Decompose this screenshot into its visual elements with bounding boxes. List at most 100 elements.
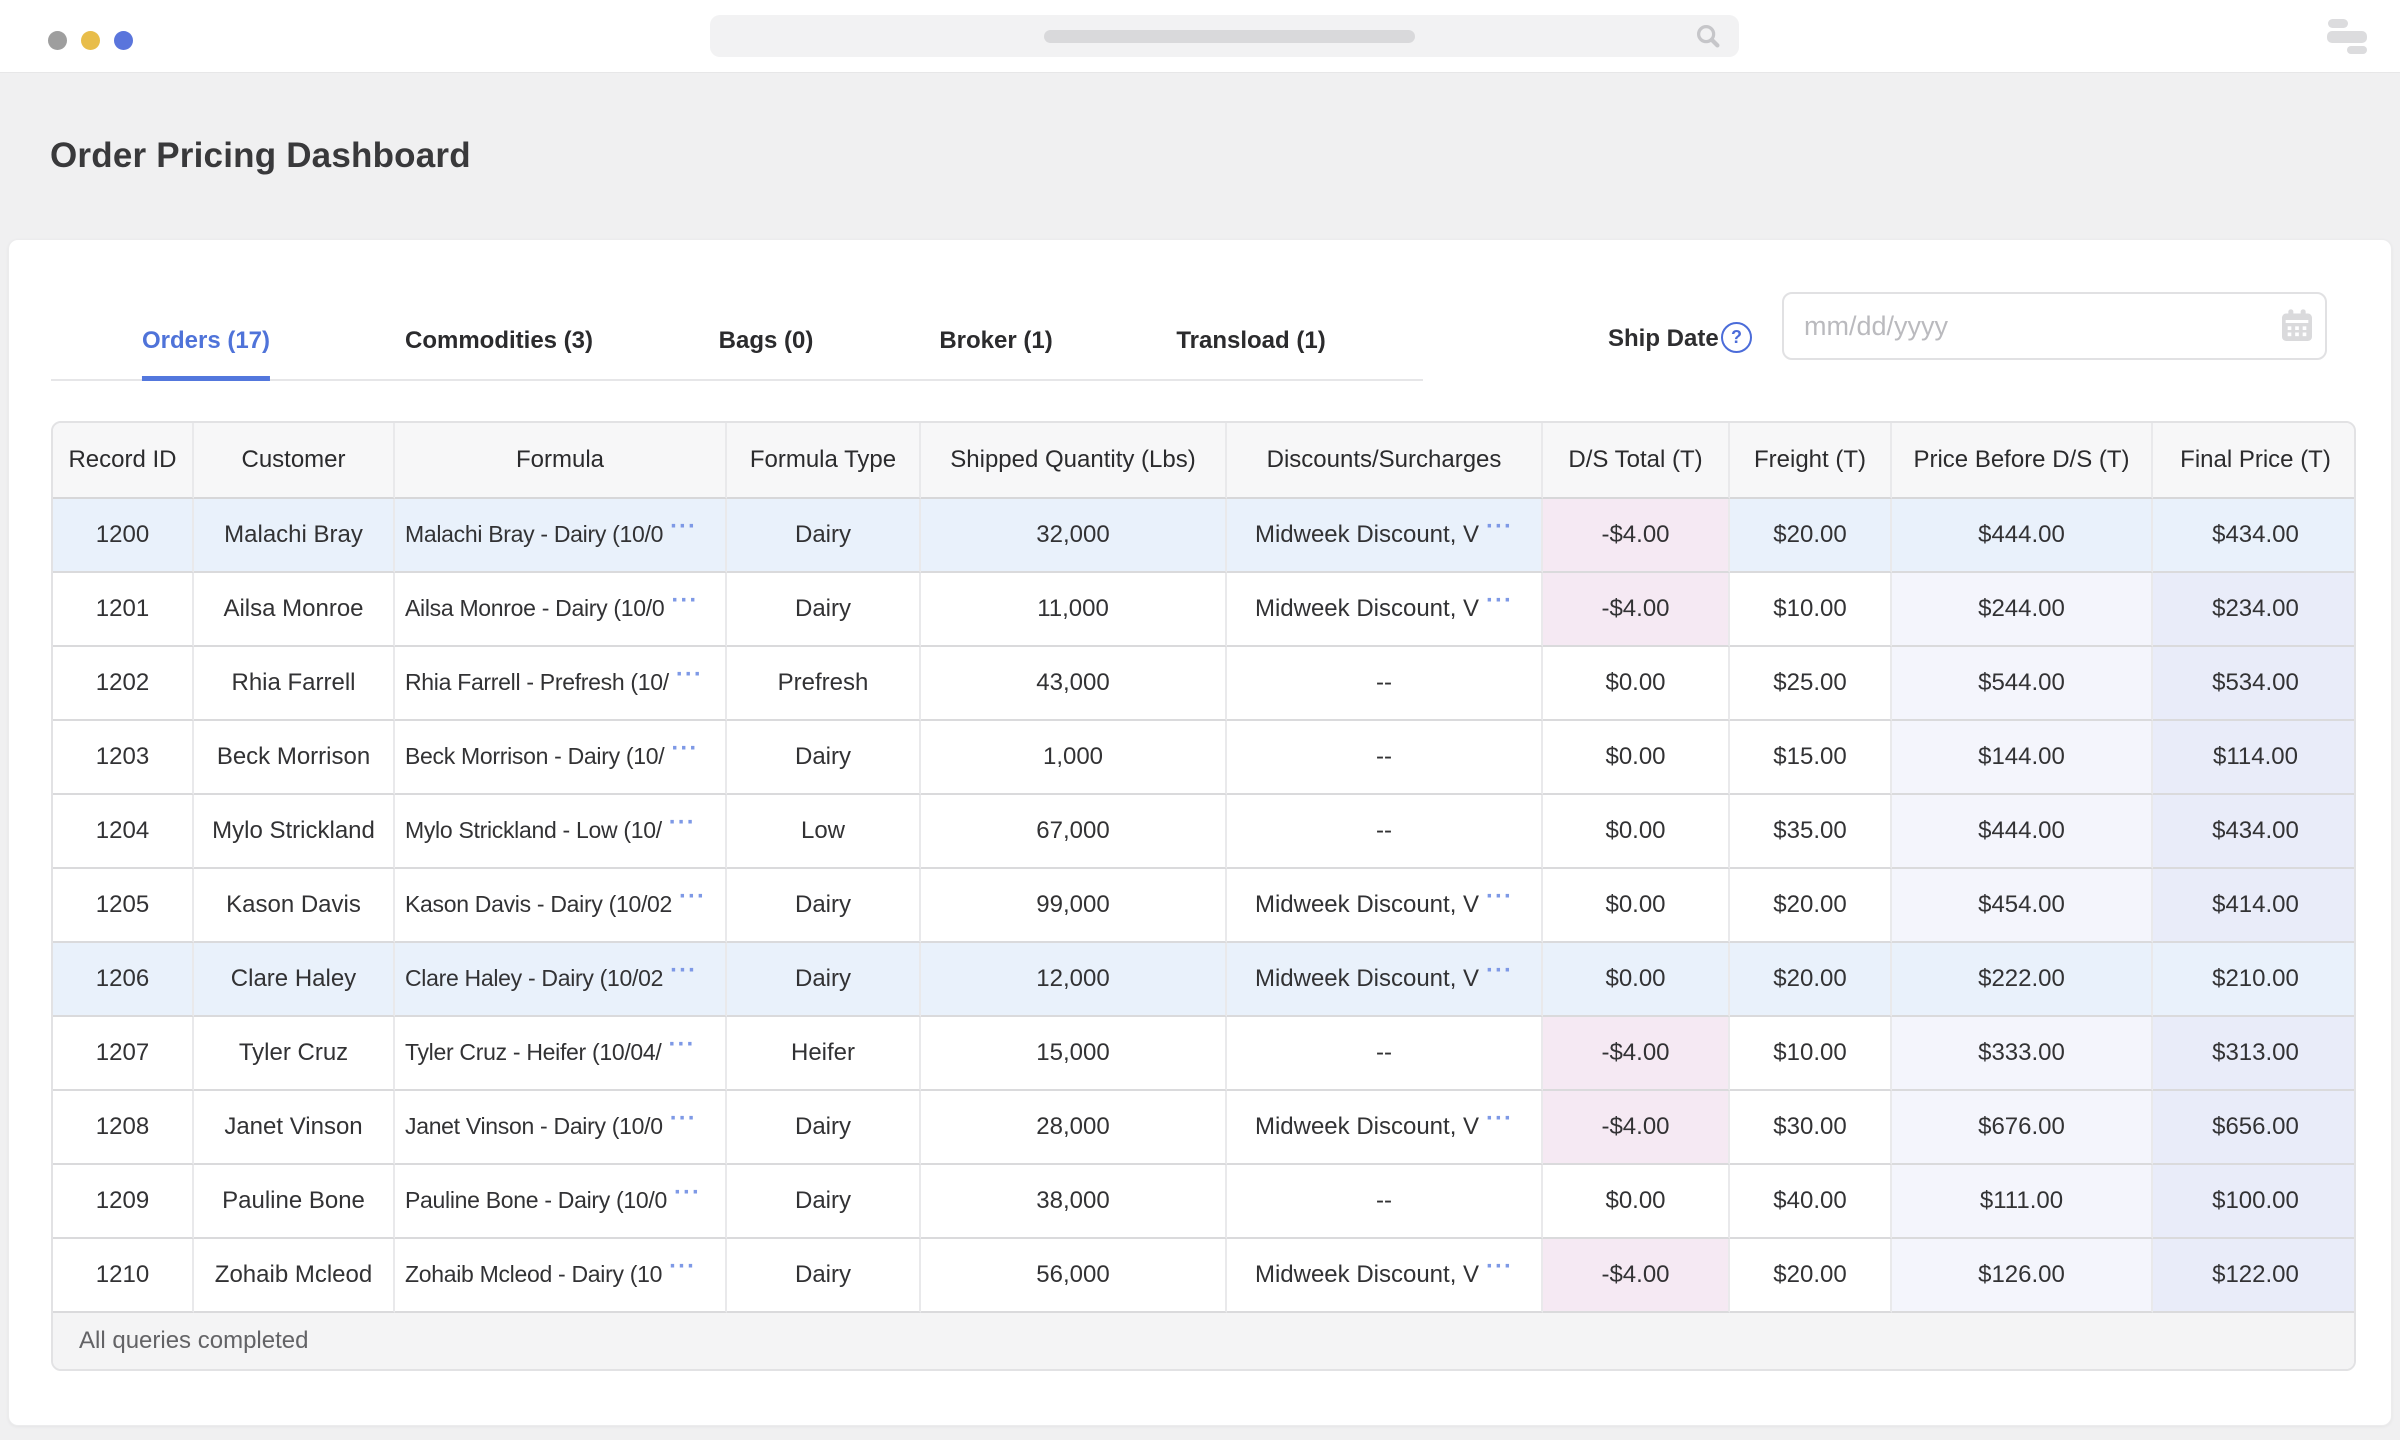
column-header-formula-type[interactable]: Formula Type xyxy=(727,423,921,499)
cell-price-before: $244.00 xyxy=(1892,573,2153,647)
window-dot-yellow-icon[interactable] xyxy=(81,31,100,50)
cell-freight: $20.00 xyxy=(1730,869,1892,943)
window-controls xyxy=(48,31,133,50)
cell-record-id: 1203 xyxy=(53,721,194,795)
cell-freight: $10.00 xyxy=(1730,573,1892,647)
cell-discounts: Midweek Discount, V··· xyxy=(1227,1239,1543,1313)
cell-customer: Janet Vinson xyxy=(194,1091,395,1165)
cell-formula-type: Dairy xyxy=(727,721,921,795)
cell-formula-type: Low xyxy=(727,795,921,869)
cell-shipped-quantity: 1,000 xyxy=(921,721,1227,795)
browser-topbar xyxy=(0,0,2400,73)
expand-ellipsis-icon[interactable]: ··· xyxy=(1486,1105,1513,1132)
cell-final-price: $534.00 xyxy=(2153,647,2356,721)
expand-ellipsis-icon[interactable]: ··· xyxy=(670,1105,697,1132)
cell-formula: Rhia Farrell - Prefresh (10/··· xyxy=(395,647,727,721)
expand-ellipsis-icon[interactable]: ··· xyxy=(669,1253,696,1280)
expand-ellipsis-icon[interactable]: ··· xyxy=(671,735,698,762)
cell-final-price: $656.00 xyxy=(2153,1091,2356,1165)
cell-final-price: $100.00 xyxy=(2153,1165,2356,1239)
table-row[interactable]: 1201Ailsa MonroeAilsa Monroe - Dairy (10… xyxy=(53,573,2356,647)
search-icon[interactable] xyxy=(1693,21,1723,56)
cell-formula: Ailsa Monroe - Dairy (10/0··· xyxy=(395,573,727,647)
expand-ellipsis-icon[interactable]: ··· xyxy=(1486,883,1513,910)
cell-shipped-quantity: 15,000 xyxy=(921,1017,1227,1091)
cell-price-before: $444.00 xyxy=(1892,499,2153,573)
window-menu-icon[interactable] xyxy=(2327,19,2367,54)
column-header-customer[interactable]: Customer xyxy=(194,423,395,499)
cell-discounts: Midweek Discount, V··· xyxy=(1227,573,1543,647)
window-dot-gray-icon[interactable] xyxy=(48,31,67,50)
cell-price-before: $111.00 xyxy=(1892,1165,2153,1239)
column-header-freight-t[interactable]: Freight (T) xyxy=(1730,423,1892,499)
table-row[interactable]: 1209Pauline BonePauline Bone - Dairy (10… xyxy=(53,1165,2356,1239)
calendar-icon[interactable] xyxy=(2277,306,2317,346)
column-header-price-before-d-s-t[interactable]: Price Before D/S (T) xyxy=(1892,423,2153,499)
cell-customer: Tyler Cruz xyxy=(194,1017,395,1091)
cell-shipped-quantity: 67,000 xyxy=(921,795,1227,869)
redacted-url-text xyxy=(1044,30,1415,43)
cell-shipped-quantity: 32,000 xyxy=(921,499,1227,573)
cell-ds-total: $0.00 xyxy=(1543,647,1730,721)
table-row[interactable]: 1207Tyler CruzTyler Cruz - Heifer (10/04… xyxy=(53,1017,2356,1091)
expand-ellipsis-icon[interactable]: ··· xyxy=(676,661,703,688)
column-header-formula[interactable]: Formula xyxy=(395,423,727,499)
ship-date-input[interactable] xyxy=(1782,292,2327,360)
expand-ellipsis-icon[interactable]: ··· xyxy=(671,587,698,614)
table-row[interactable]: 1210Zohaib McleodZohaib Mcleod - Dairy (… xyxy=(53,1239,2356,1313)
expand-ellipsis-icon[interactable]: ··· xyxy=(1486,1253,1513,1280)
table-row[interactable]: 1208Janet VinsonJanet Vinson - Dairy (10… xyxy=(53,1091,2356,1165)
cell-freight: $10.00 xyxy=(1730,1017,1892,1091)
window-dot-blue-icon[interactable] xyxy=(114,31,133,50)
status-text: All queries completed xyxy=(79,1327,308,1355)
cell-shipped-quantity: 12,000 xyxy=(921,943,1227,1017)
cell-formula-type: Dairy xyxy=(727,573,921,647)
cell-final-price: $210.00 xyxy=(2153,943,2356,1017)
address-bar[interactable] xyxy=(710,15,1739,57)
tab-strip: Orders (17) Commodities (3) Bags (0) Bro… xyxy=(51,240,1423,381)
table-row[interactable]: 1204Mylo StricklandMylo Strickland - Low… xyxy=(53,795,2356,869)
table-row[interactable]: 1202Rhia FarrellRhia Farrell - Prefresh … xyxy=(53,647,2356,721)
expand-ellipsis-icon[interactable]: ··· xyxy=(1486,957,1513,984)
column-header-record-id[interactable]: Record ID xyxy=(53,423,194,499)
cell-final-price: $434.00 xyxy=(2153,795,2356,869)
cell-customer: Malachi Bray xyxy=(194,499,395,573)
tab-bags[interactable]: Bags (0) xyxy=(719,327,814,381)
expand-ellipsis-icon[interactable]: ··· xyxy=(674,1179,701,1206)
column-header-shipped-quantity-lbs[interactable]: Shipped Quantity (Lbs) xyxy=(921,423,1227,499)
cell-discounts: -- xyxy=(1227,721,1543,795)
expand-ellipsis-icon[interactable]: ··· xyxy=(669,809,696,836)
cell-price-before: $544.00 xyxy=(1892,647,2153,721)
table-row[interactable]: 1200Malachi BrayMalachi Bray - Dairy (10… xyxy=(53,499,2356,573)
table-row[interactable]: 1203Beck MorrisonBeck Morrison - Dairy (… xyxy=(53,721,2356,795)
expand-ellipsis-icon[interactable]: ··· xyxy=(1486,587,1513,614)
tab-transload[interactable]: Transload (1) xyxy=(1176,327,1325,381)
expand-ellipsis-icon[interactable]: ··· xyxy=(670,957,697,984)
cell-discounts: Midweek Discount, V··· xyxy=(1227,499,1543,573)
help-question-icon[interactable]: ? xyxy=(1721,322,1752,353)
cell-ds-total: $0.00 xyxy=(1543,869,1730,943)
column-header-final-price-t[interactable]: Final Price (T) xyxy=(2153,423,2356,499)
expand-ellipsis-icon[interactable]: ··· xyxy=(668,1031,695,1058)
cell-formula-type: Dairy xyxy=(727,1091,921,1165)
cell-price-before: $126.00 xyxy=(1892,1239,2153,1313)
tab-broker[interactable]: Broker (1) xyxy=(939,327,1052,381)
table-row[interactable]: 1206Clare HaleyClare Haley - Dairy (10/0… xyxy=(53,943,2356,1017)
expand-ellipsis-icon[interactable]: ··· xyxy=(679,883,706,910)
cell-formula: Kason Davis - Dairy (10/02··· xyxy=(395,869,727,943)
tab-orders[interactable]: Orders (17) xyxy=(142,327,270,381)
column-header-d-s-total-t[interactable]: D/S Total (T) xyxy=(1543,423,1730,499)
cell-formula: Malachi Bray - Dairy (10/0··· xyxy=(395,499,727,573)
expand-ellipsis-icon[interactable]: ··· xyxy=(1486,513,1513,540)
expand-ellipsis-icon[interactable]: ··· xyxy=(670,513,697,540)
tab-commodities[interactable]: Commodities (3) xyxy=(405,327,593,381)
cell-shipped-quantity: 11,000 xyxy=(921,573,1227,647)
cell-formula-type: Prefresh xyxy=(727,647,921,721)
cell-formula: Zohaib Mcleod - Dairy (10··· xyxy=(395,1239,727,1313)
table-row[interactable]: 1205Kason DavisKason Davis - Dairy (10/0… xyxy=(53,869,2356,943)
cell-price-before: $222.00 xyxy=(1892,943,2153,1017)
column-header-discounts-surcharges[interactable]: Discounts/Surcharges xyxy=(1227,423,1543,499)
cell-discounts: -- xyxy=(1227,647,1543,721)
cell-record-id: 1206 xyxy=(53,943,194,1017)
cell-formula: Janet Vinson - Dairy (10/0··· xyxy=(395,1091,727,1165)
